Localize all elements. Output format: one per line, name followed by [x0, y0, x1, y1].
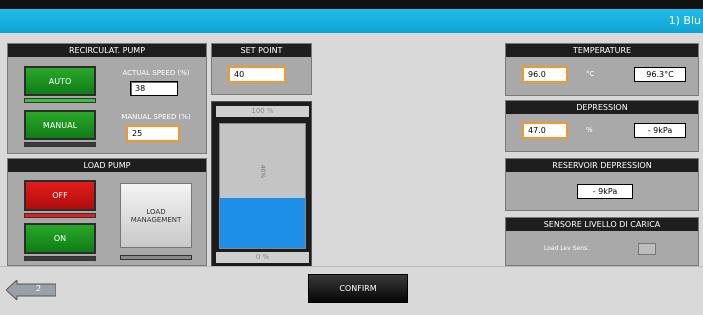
set-point-panel: SET POINT 40 [211, 43, 312, 95]
manual-speed-label: MANUAL SPEED (%) [121, 113, 191, 121]
depression-unit: % [586, 126, 593, 134]
sensore-header: SENSORE LIVELLO DI CARICA [506, 218, 698, 231]
manual-button[interactable]: MANUAL [24, 110, 96, 140]
temperature-panel: TEMPERATURE 96.0 °C 96.3°C [505, 43, 699, 96]
set-point-header: SET POINT [212, 44, 311, 57]
actual-speed-value: 38 [130, 81, 178, 96]
set-point-input[interactable]: 40 [228, 66, 286, 83]
depression-header: DEPRESSION [506, 101, 698, 114]
back-arrow-icon [5, 278, 57, 302]
tank-top-label: 100 % [216, 106, 309, 117]
temperature-unit: °C [586, 70, 595, 78]
temperature-input[interactable]: 96.0 [522, 66, 568, 83]
back-button[interactable]: 2 [5, 278, 57, 302]
load-management-line2: MANAGEMENT [130, 215, 182, 224]
reservoir-depression-header: RESERVOIR DEPRESSION [506, 159, 698, 172]
on-button[interactable]: ON [24, 223, 96, 254]
load-pump-header: LOAD PUMP [8, 159, 206, 172]
load-level-sensor-indicator [638, 243, 656, 255]
load-pump-panel: LOAD PUMP OFF ON LOAD MANAGEMENT [7, 158, 207, 266]
tank-gauge: 100 % 40% 0 % [211, 101, 312, 268]
sensore-panel: SENSORE LIVELLO DI CARICA Load Lev Sens. [505, 217, 699, 266]
confirm-button[interactable]: CONFIRM [308, 274, 408, 303]
recirc-pump-header: RECIRCULAT. PUMP [8, 44, 206, 57]
auto-status-bar [24, 98, 96, 103]
manual-status-bar [24, 142, 96, 147]
on-status-bar [24, 256, 96, 261]
off-status-bar [24, 213, 96, 218]
temperature-header: TEMPERATURE [506, 44, 698, 57]
load-management-line1: LOAD [146, 207, 166, 216]
temperature-readout: 96.3°C [634, 67, 686, 82]
title-bar: 1) Blu [0, 9, 703, 33]
tank-bottom-label: 0 % [216, 252, 309, 263]
actual-speed-label: ACTUAL SPEED (%) [122, 69, 190, 77]
depression-input[interactable]: 47.0 [522, 122, 568, 139]
tank-vessel: 40% [219, 123, 306, 249]
page-title: 1) Blu [668, 14, 701, 27]
depression-readout: - 9kPa [634, 123, 686, 138]
top-strip [0, 0, 703, 9]
off-button[interactable]: OFF [24, 180, 96, 211]
tank-fill-level [220, 198, 305, 248]
tank-level-label: 40% [259, 164, 267, 179]
reservoir-depression-panel: RESERVOIR DEPRESSION - 9kPa [505, 158, 699, 211]
load-management-button[interactable]: LOAD MANAGEMENT [120, 183, 192, 248]
recirc-pump-panel: RECIRCULAT. PUMP AUTO MANUAL ACTUAL SPEE… [7, 43, 207, 154]
load-level-sensor-label: Load Lev Sens. [544, 245, 590, 252]
reservoir-depression-readout: - 9kPa [577, 184, 633, 199]
back-button-label: 2 [36, 284, 42, 293]
manual-speed-input[interactable]: 25 [126, 125, 180, 142]
auto-button[interactable]: AUTO [24, 66, 96, 96]
load-management-bar [120, 255, 192, 260]
depression-panel: DEPRESSION 47.0 % - 9kPa [505, 100, 699, 152]
